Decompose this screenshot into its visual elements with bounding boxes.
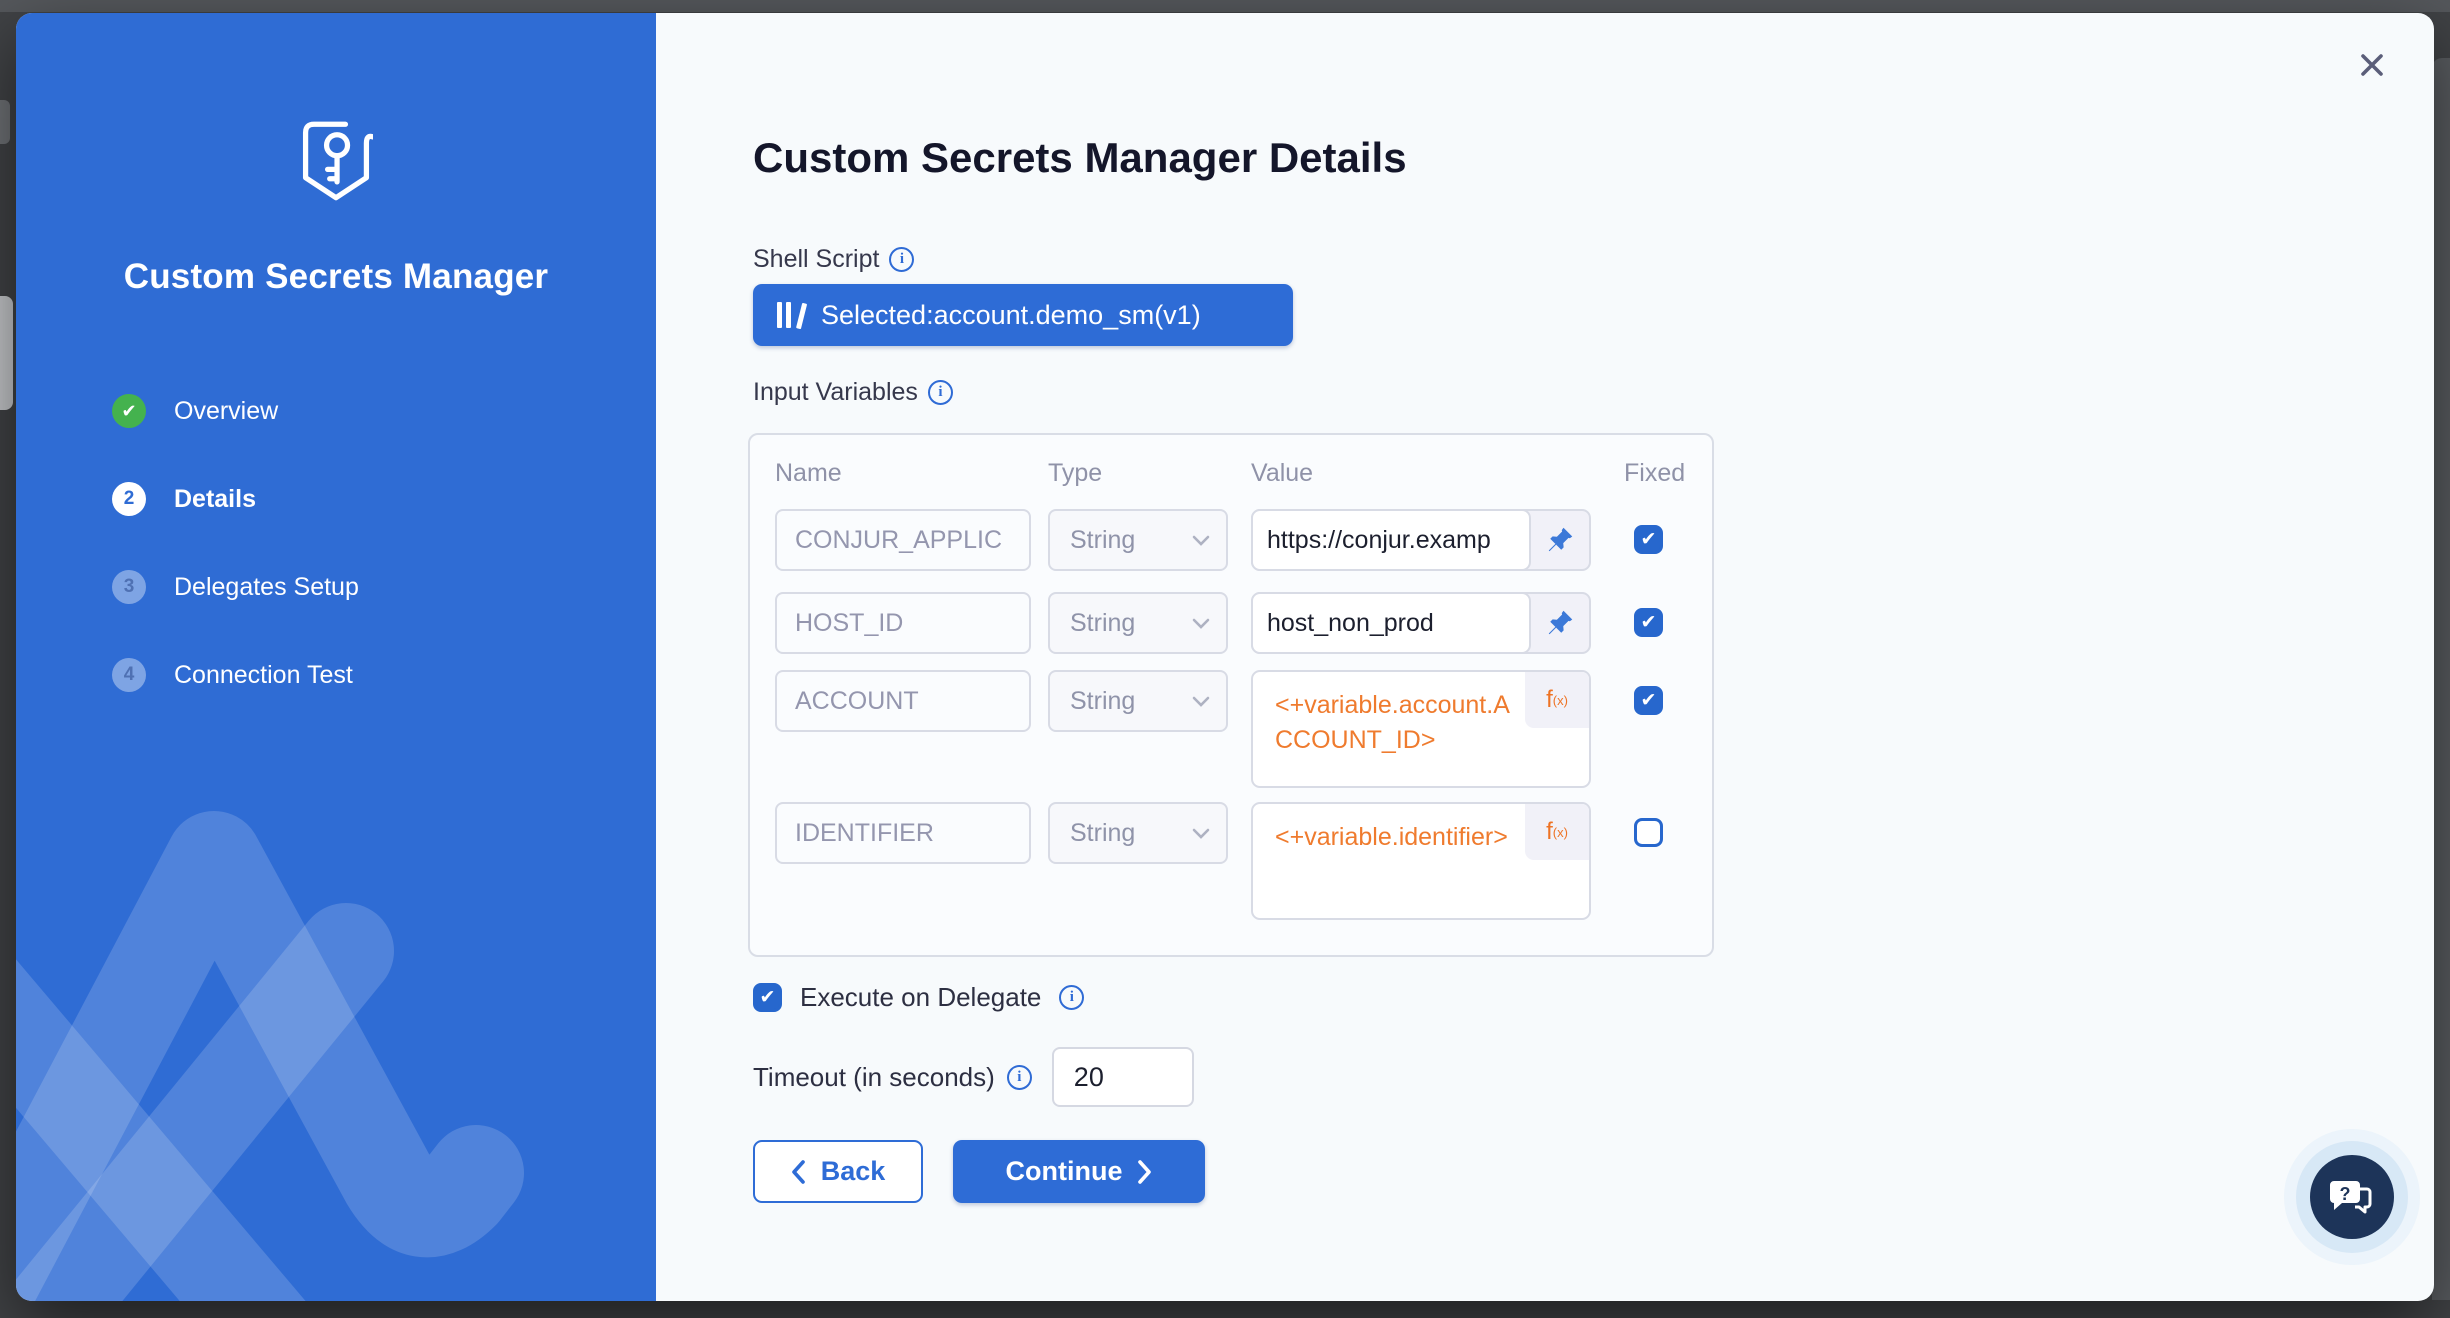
continue-button[interactable]: Continue	[953, 1140, 1205, 1203]
chevron-right-icon	[1138, 1160, 1152, 1184]
help-chat-icon: ?	[2328, 1175, 2376, 1219]
secrets-manager-wizard-modal: Custom Secrets Manager ✔ Overview 2 Deta…	[16, 13, 2434, 1301]
check-icon: ✔	[1641, 613, 1657, 632]
column-header-value: Value	[1251, 459, 1313, 488]
execute-on-delegate-row: ✔ Execute on Delegate i	[753, 982, 1084, 1013]
chevron-down-icon	[1192, 696, 1210, 707]
backdrop-fragment	[0, 100, 10, 144]
continue-button-label: Continue	[1006, 1156, 1123, 1187]
variable-type-select[interactable]: String	[1048, 670, 1228, 732]
check-icon: ✔	[1641, 691, 1657, 710]
chevron-down-icon	[1192, 535, 1210, 546]
column-header-fixed: Fixed	[1624, 459, 1685, 488]
type-value: String	[1070, 819, 1135, 848]
input-variables-label: Input Variables	[753, 378, 918, 407]
variable-value-expression[interactable]: <+variable.account.ACCOUNT_ID> f(x)	[1251, 670, 1591, 788]
variable-name-field[interactable]: CONJUR_APPLIC	[775, 509, 1031, 571]
step-label: Connection Test	[174, 661, 353, 690]
info-icon[interactable]: i	[1007, 1065, 1032, 1090]
timeout-row: Timeout (in seconds) i	[753, 1047, 1194, 1107]
expression-fx-icon[interactable]: f(x)	[1525, 672, 1589, 728]
step-connection-test[interactable]: 4 Connection Test	[112, 658, 359, 692]
info-icon[interactable]: i	[1059, 985, 1084, 1010]
variable-type-select[interactable]: String	[1048, 509, 1228, 571]
timeout-input[interactable]	[1052, 1047, 1194, 1107]
input-variables-label-row: Input Variables i	[753, 378, 953, 407]
variable-name-field[interactable]: ACCOUNT	[775, 670, 1031, 732]
variable-type-select[interactable]: String	[1048, 802, 1228, 864]
variable-type-select[interactable]: String	[1048, 592, 1228, 654]
shell-script-label: Shell Script	[753, 245, 879, 274]
expression-value: <+variable.identifier>	[1275, 820, 1527, 855]
step-delegates-setup[interactable]: 3 Delegates Setup	[112, 570, 359, 604]
backdrop-fragment	[0, 296, 13, 410]
step-number: 4	[112, 658, 146, 692]
execute-on-delegate-checkbox[interactable]: ✔	[753, 983, 782, 1012]
selected-script-label: Selected:account.demo_sm(v1)	[821, 300, 1201, 331]
fixed-checkbox[interactable]: ✔	[1634, 686, 1663, 715]
variable-value-field[interactable]: https://conjur.examp	[1251, 509, 1531, 571]
back-button[interactable]: Back	[753, 1140, 923, 1203]
library-icon	[775, 301, 805, 329]
step-number: 2	[112, 482, 146, 516]
shell-script-label-row: Shell Script i	[753, 245, 914, 274]
wizard-sidebar: Custom Secrets Manager ✔ Overview 2 Deta…	[16, 13, 656, 1301]
info-icon[interactable]: i	[928, 380, 953, 405]
info-icon[interactable]: i	[889, 247, 914, 272]
fixed-checkbox[interactable]: ✔	[1634, 608, 1663, 637]
backdrop-top-bar	[0, 0, 2450, 12]
check-icon: ✔	[1641, 530, 1657, 549]
page-title: Custom Secrets Manager Details	[753, 134, 1407, 182]
step-details[interactable]: 2 Details	[112, 482, 359, 516]
close-icon[interactable]	[2350, 43, 2394, 87]
svg-text:?: ?	[2340, 1184, 2351, 1204]
variable-value-group: https://conjur.examp	[1251, 509, 1591, 571]
expression-value: <+variable.account.ACCOUNT_ID>	[1275, 688, 1527, 758]
input-variables-card: Name Type Value Fixed CONJUR_APPLIC Stri…	[748, 433, 1714, 957]
expression-fx-icon[interactable]: f(x)	[1525, 804, 1589, 860]
timeout-label: Timeout (in seconds)	[753, 1062, 995, 1093]
variable-name-field[interactable]: HOST_ID	[775, 592, 1031, 654]
variable-value-expression[interactable]: <+variable.identifier> f(x)	[1251, 802, 1591, 920]
variable-value-field[interactable]: host_non_prod	[1251, 592, 1531, 654]
type-value: String	[1070, 687, 1135, 716]
chevron-left-icon	[791, 1160, 805, 1184]
fixed-checkbox[interactable]: ✔	[1634, 525, 1663, 554]
step-label: Overview	[174, 397, 278, 426]
harness-logo-watermark	[16, 761, 656, 1301]
shield-key-icon	[299, 119, 373, 205]
step-overview[interactable]: ✔ Overview	[112, 394, 359, 428]
wizard-footer-buttons: Back Continue	[753, 1140, 1205, 1203]
pin-icon[interactable]	[1531, 594, 1589, 652]
step-number: 3	[112, 570, 146, 604]
variable-value-group: host_non_prod	[1251, 592, 1591, 654]
execute-on-delegate-label: Execute on Delegate	[800, 982, 1041, 1013]
wizard-content: Custom Secrets Manager Details Shell Scr…	[656, 13, 2434, 1301]
variable-name-field[interactable]: IDENTIFIER	[775, 802, 1031, 864]
step-label: Delegates Setup	[174, 573, 359, 602]
fixed-checkbox[interactable]: ✔	[1634, 818, 1663, 847]
step-label: Details	[174, 485, 256, 514]
chevron-down-icon	[1192, 828, 1210, 839]
column-header-type: Type	[1048, 459, 1102, 488]
selected-script-button[interactable]: Selected:account.demo_sm(v1)	[753, 284, 1293, 346]
pin-icon[interactable]	[1531, 511, 1589, 569]
sidebar-title: Custom Secrets Manager	[16, 257, 656, 297]
help-chat-button[interactable]: ?	[2310, 1155, 2394, 1239]
chevron-down-icon	[1192, 618, 1210, 629]
check-icon: ✔	[760, 988, 776, 1007]
back-button-label: Back	[821, 1156, 886, 1187]
wizard-steps: ✔ Overview 2 Details 3 Delegates Setup 4…	[112, 394, 359, 746]
type-value: String	[1070, 526, 1135, 555]
column-header-name: Name	[775, 459, 842, 488]
type-value: String	[1070, 609, 1135, 638]
step-complete-check-icon: ✔	[112, 394, 146, 428]
backdrop-right-panel	[2432, 58, 2450, 1300]
